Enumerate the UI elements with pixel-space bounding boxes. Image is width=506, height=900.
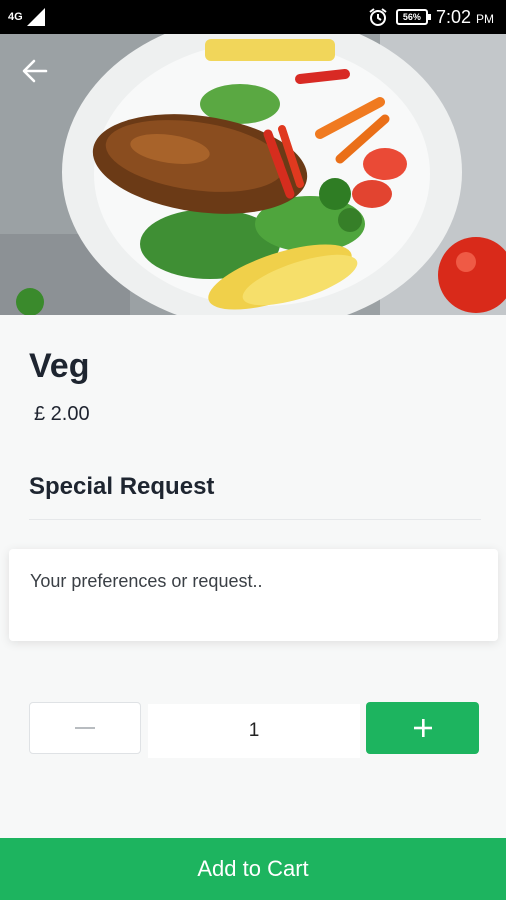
minus-icon: [75, 727, 95, 729]
plus-icon: [413, 719, 432, 737]
status-bar: 4G 56% 7:02 PM: [0, 0, 506, 34]
special-request-input[interactable]: [30, 571, 477, 619]
clock-ampm: PM: [476, 11, 494, 26]
back-button[interactable]: [22, 58, 58, 94]
clock: 7:02 PM: [436, 7, 494, 28]
food-plate-image: [0, 34, 506, 315]
increase-quantity-button[interactable]: [366, 702, 479, 754]
arrow-left-icon: [22, 59, 48, 83]
quantity-stepper: 1: [0, 702, 506, 758]
status-left: 4G: [8, 8, 45, 26]
clock-time: 7:02: [435, 6, 471, 27]
food-illustration: [0, 34, 506, 315]
battery-icon: 56%: [395, 9, 431, 25]
divider: [29, 519, 481, 520]
signal-icon: [26, 8, 45, 26]
battery-level: 56%: [402, 12, 421, 22]
special-request-title: Special Request: [29, 473, 215, 500]
item-price: £ 2.00: [34, 403, 90, 425]
network-type: 4G: [8, 11, 23, 23]
alarm-icon: [369, 8, 387, 26]
decrease-quantity-button[interactable]: [29, 702, 141, 754]
quantity-value: 1: [148, 704, 360, 758]
item-name: Veg: [29, 347, 90, 385]
add-to-cart-button[interactable]: Add to Cart: [0, 838, 506, 900]
status-right: 56% 7:02 PM: [368, 7, 494, 28]
special-request-box: [9, 549, 498, 641]
